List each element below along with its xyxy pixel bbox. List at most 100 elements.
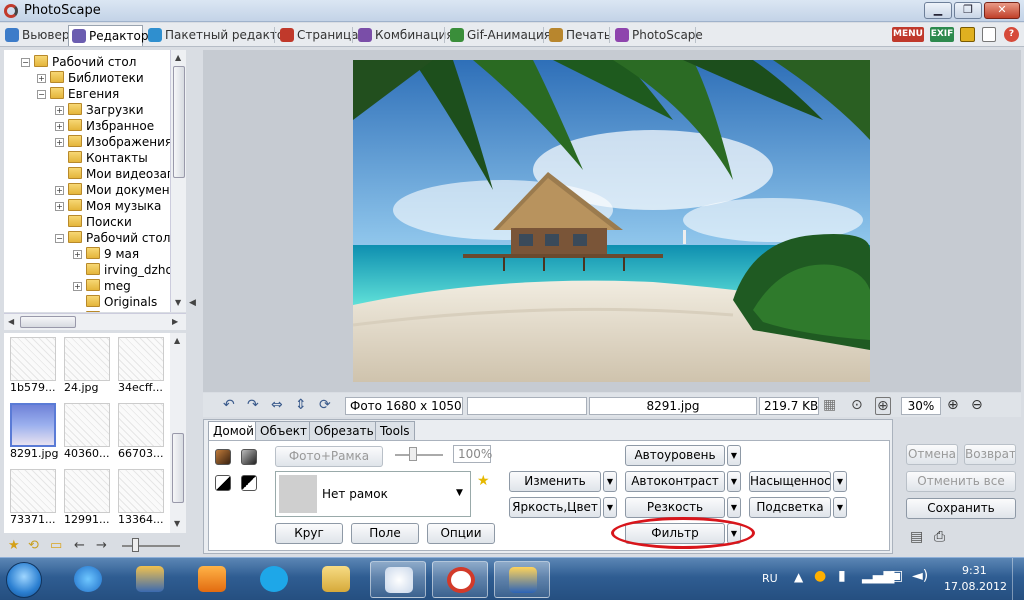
taskbar-skype[interactable] xyxy=(246,561,302,598)
sharpness-dropdown[interactable]: ▼ xyxy=(727,497,741,518)
tree-item[interactable]: Поиски xyxy=(68,214,132,230)
auto-level-dropdown[interactable]: ▼ xyxy=(727,445,741,466)
tab-viewer[interactable]: Вьювер xyxy=(2,25,69,46)
flip-horizontal-icon[interactable]: ⇔ xyxy=(271,397,283,413)
tab-home[interactable]: Домой xyxy=(208,421,259,440)
collapse-icon[interactable]: − xyxy=(21,58,30,67)
rotate-left-icon[interactable]: ↶ xyxy=(223,397,235,413)
tree-item[interactable]: Мои видеозапи xyxy=(68,166,170,182)
auto-contrast-button[interactable]: Автоконтраст xyxy=(625,471,725,492)
tree-item[interactable]: + Изображения xyxy=(55,134,170,150)
tab-object[interactable]: Объект xyxy=(255,421,312,440)
tab-batch-editor[interactable]: Пакетный редактор xyxy=(145,25,292,46)
new-document-icon[interactable]: ▤ xyxy=(910,529,923,545)
help-icon[interactable]: ? xyxy=(1004,27,1019,42)
thumbnail-item[interactable]: 8291.jpg xyxy=(10,403,60,460)
tree-item[interactable]: Originals xyxy=(86,294,157,310)
frame-select[interactable]: Нет рамок ▼ xyxy=(275,471,471,517)
flip-vertical-icon[interactable]: ⇕ xyxy=(295,397,307,413)
expand-icon[interactable]: + xyxy=(55,122,64,131)
tab-crop[interactable]: Обрезать xyxy=(309,421,379,440)
black-white-icon[interactable] xyxy=(215,475,231,491)
expand-icon[interactable]: + xyxy=(73,250,82,259)
tree-item[interactable]: − Рабочий стол xyxy=(55,230,170,246)
favorite-star-icon[interactable]: ★ xyxy=(477,473,490,489)
tray-app-icon[interactable]: ● xyxy=(814,568,826,584)
resize-button[interactable]: Изменить xyxy=(509,471,601,492)
save-button[interactable]: Сохранить xyxy=(906,498,1016,519)
undo-all-button[interactable]: Отменить все xyxy=(906,471,1016,492)
language-indicator[interactable]: RU xyxy=(762,572,778,585)
taskbar-media-player[interactable] xyxy=(184,561,240,598)
clock-date[interactable]: 17.08.2012 xyxy=(944,580,1007,593)
tree-item[interactable]: − Евгения xyxy=(37,86,119,102)
tab-combine[interactable]: Комбинация xyxy=(355,25,454,46)
expand-icon[interactable]: + xyxy=(55,106,64,115)
panel-splitter[interactable]: ◀ xyxy=(187,50,199,555)
exif-button[interactable]: EXIF xyxy=(930,27,954,42)
zoom-actual-icon[interactable]: ⊕ xyxy=(875,397,891,415)
tree-item[interactable]: + Загрузки xyxy=(55,102,144,118)
zoom-out-icon[interactable]: ⊖ xyxy=(971,397,983,413)
expand-icon[interactable]: + xyxy=(55,138,64,147)
scroll-thumb[interactable] xyxy=(172,433,184,503)
printer-icon[interactable]: ⎙ xyxy=(934,529,945,545)
tree-item[interactable]: + Библиотеки xyxy=(37,70,144,86)
tray-usb-icon[interactable]: ▮ xyxy=(838,568,846,584)
brightness-dropdown[interactable]: ▼ xyxy=(603,497,617,518)
tree-item[interactable]: + meg xyxy=(73,278,131,294)
expand-icon[interactable]: + xyxy=(55,186,64,195)
photo-frame-button[interactable]: Фото+Рамка xyxy=(275,446,383,467)
grayscale-icon[interactable] xyxy=(241,449,257,465)
redo-button[interactable]: Возврат xyxy=(964,444,1016,465)
expand-icon[interactable]: + xyxy=(55,202,64,211)
menu-button[interactable]: MENU xyxy=(892,27,924,42)
undo-button[interactable]: Отмена xyxy=(906,444,958,465)
tree-item[interactable]: + Мои документы xyxy=(55,182,170,198)
tree-item[interactable]: − Рабочий стол xyxy=(21,54,136,70)
tab-gif-animation[interactable]: Gif-Анимация xyxy=(447,25,551,46)
thumbnail-size-slider[interactable] xyxy=(122,545,180,547)
tab-print[interactable]: Печать xyxy=(546,25,611,46)
scroll-right-icon[interactable]: ▶ xyxy=(172,317,178,326)
thumbnail-item[interactable]: 40360... xyxy=(64,403,114,460)
taskbar-app-painter[interactable] xyxy=(122,561,178,598)
options-button[interactable]: Опции xyxy=(427,523,495,544)
tab-tools[interactable]: Tools xyxy=(375,421,415,440)
tree-item[interactable]: + Моя музыка xyxy=(55,198,161,214)
tab-photoscape[interactable]: PhotoScape xyxy=(612,25,703,46)
tree-item[interactable]: Контакты xyxy=(68,150,148,166)
zoom-in-icon[interactable]: ⊕ xyxy=(947,397,959,413)
thumbnail-item[interactable]: 34ecff... xyxy=(118,337,168,394)
tab-editor[interactable]: Редактор xyxy=(68,25,148,46)
auto-level-button[interactable]: Автоуровень xyxy=(625,445,725,466)
taskbar-internet-explorer[interactable] xyxy=(60,561,116,598)
checkerboard-icon[interactable]: ▦ xyxy=(823,397,836,413)
expand-icon[interactable]: + xyxy=(73,282,82,291)
scroll-thumb[interactable] xyxy=(20,316,76,328)
field-button[interactable]: Поле xyxy=(351,523,419,544)
saturation-button[interactable]: Насыщенность xyxy=(749,471,831,492)
taskbar-mail-agent[interactable] xyxy=(494,561,550,598)
circle-button[interactable]: Круг xyxy=(275,523,343,544)
thumbnail-item[interactable]: 73371... xyxy=(10,469,60,526)
thumbnail-item[interactable]: 12991... xyxy=(64,469,114,526)
sharpness-button[interactable]: Резкость xyxy=(625,497,725,518)
scroll-down-icon[interactable]: ▼ xyxy=(174,519,180,528)
brightness-color-button[interactable]: Яркость,Цвет xyxy=(509,497,601,518)
document-icon[interactable] xyxy=(982,27,996,42)
star-icon[interactable]: ★ xyxy=(8,538,20,553)
backlight-dropdown[interactable]: ▼ xyxy=(833,497,847,518)
collapse-icon[interactable]: − xyxy=(55,234,64,243)
close-button[interactable]: ✕ xyxy=(984,2,1020,19)
tree-item[interactable]: + Избранное xyxy=(55,118,154,134)
start-button[interactable] xyxy=(6,562,42,598)
show-desktop-button[interactable] xyxy=(1012,558,1024,600)
zoom-fit-icon[interactable]: ⊙ xyxy=(851,397,863,413)
expand-icon[interactable]: + xyxy=(37,74,46,83)
refresh-icon[interactable]: ⟳ xyxy=(319,397,331,413)
saturation-dropdown[interactable]: ▼ xyxy=(833,471,847,492)
rotate-folder-icon[interactable]: ⟲ xyxy=(28,538,39,553)
collapse-left-icon[interactable]: ◀ xyxy=(189,298,196,308)
auto-contrast-dropdown[interactable]: ▼ xyxy=(727,471,741,492)
